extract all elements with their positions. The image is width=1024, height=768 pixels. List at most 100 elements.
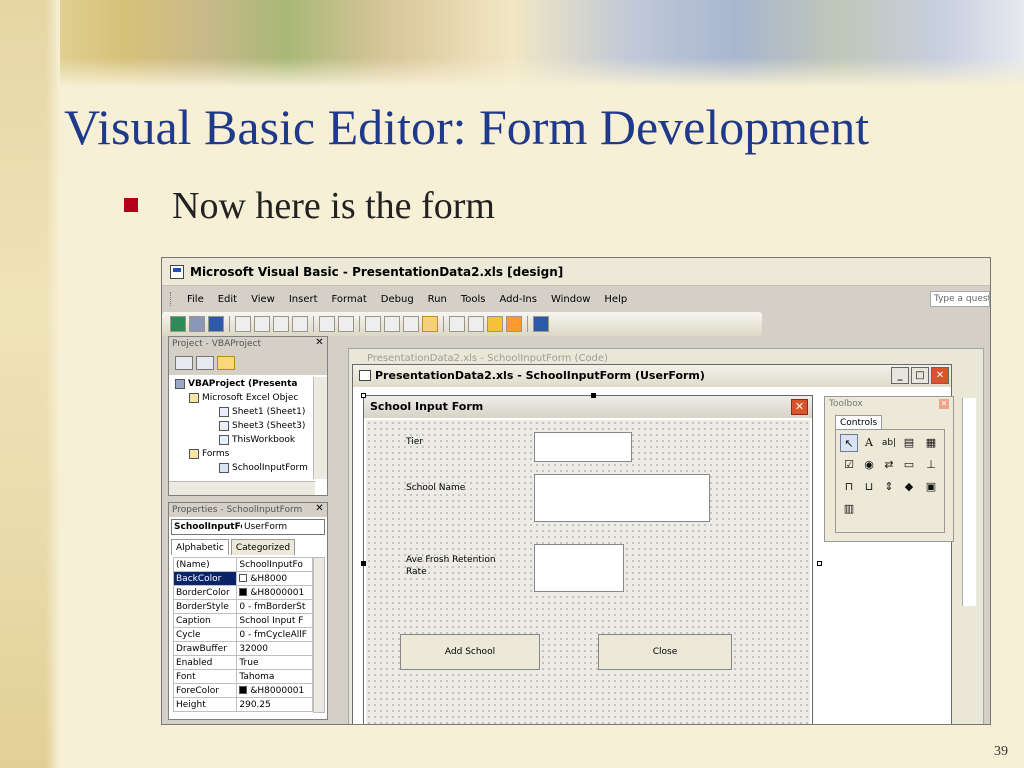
tabstrip-tool-icon[interactable]: ⊓ <box>840 478 858 496</box>
menu-debug[interactable]: Debug <box>375 292 420 307</box>
property-row[interactable]: BorderColor &H8000001 <box>172 585 313 600</box>
object-selector[interactable]: SchoolInputFo UserForm <box>171 519 325 535</box>
property-value[interactable]: 0 - fmCycleAllF <box>236 627 313 642</box>
help-search-input[interactable]: Type a questi <box>930 291 990 307</box>
menu-window[interactable]: Window <box>545 292 596 307</box>
property-row[interactable]: Caption School Input F <box>172 613 313 628</box>
property-row[interactable]: Enabled True <box>172 655 313 670</box>
tree-item-sheet1[interactable]: Sheet1 (Sheet1) <box>219 405 305 419</box>
property-row[interactable]: DrawBuffer 32000 <box>172 641 313 656</box>
menu-help[interactable]: Help <box>598 292 633 307</box>
selection-handle[interactable] <box>361 393 366 398</box>
scrollbar-tool-icon[interactable]: ⇕ <box>880 478 898 496</box>
view-code-icon[interactable] <box>175 356 193 370</box>
tab-controls[interactable]: Controls <box>835 415 883 430</box>
school-name-label[interactable]: School Name <box>406 482 486 494</box>
tree-item-thisworkbook[interactable]: ThisWorkbook <box>219 433 295 447</box>
form-body[interactable]: Tier School Name Ave Frosh Retention Rat… <box>366 420 810 724</box>
selection-handle[interactable] <box>817 561 822 566</box>
excel-view-icon[interactable] <box>170 316 186 332</box>
property-row[interactable]: Font Tahoma <box>172 669 313 684</box>
run-icon[interactable] <box>365 316 381 332</box>
tree-item-excel-objects[interactable]: Microsoft Excel Objec <box>189 391 298 405</box>
undo-icon[interactable] <box>319 316 335 332</box>
property-row[interactable]: BackColor &H8000 <box>172 571 313 586</box>
add-school-button[interactable]: Add School <box>400 634 540 670</box>
select-objects-icon[interactable]: ↖ <box>840 434 858 452</box>
close-icon[interactable]: ✕ <box>931 367 949 384</box>
textbox-tool-icon[interactable]: ab| <box>880 434 898 452</box>
refedit-tool-icon[interactable]: ▥ <box>840 500 858 518</box>
tab-alphabetic[interactable]: Alphabetic <box>171 539 229 555</box>
optionbutton-tool-icon[interactable]: ◉ <box>860 456 878 474</box>
userform-preview[interactable]: School Input Form ✕ Tier School Name Ave… <box>363 395 813 724</box>
help-icon[interactable] <box>533 316 549 332</box>
menu-file[interactable]: File <box>181 292 210 307</box>
toolbox-icon[interactable] <box>506 316 522 332</box>
multipage-tool-icon[interactable]: ⊔ <box>860 478 878 496</box>
minimize-icon[interactable]: _ <box>891 367 909 384</box>
copy-icon[interactable] <box>254 316 270 332</box>
tier-textbox[interactable] <box>534 432 632 462</box>
maximize-icon[interactable]: □ <box>911 367 929 384</box>
property-value[interactable]: 0 - fmBorderSt <box>236 599 313 614</box>
image-tool-icon[interactable]: ▣ <box>922 478 940 496</box>
tree-item-vbaproject[interactable]: VBAProject (Presenta <box>175 377 297 391</box>
listbox-tool-icon[interactable]: ▦ <box>922 434 940 452</box>
save-icon[interactable] <box>208 316 224 332</box>
menu-format[interactable]: Format <box>326 292 373 307</box>
properties-window-icon[interactable] <box>468 316 484 332</box>
retention-rate-label[interactable]: Ave Frosh Retention Rate <box>406 554 498 578</box>
retention-rate-textbox[interactable] <box>534 544 624 592</box>
menu-add-ins[interactable]: Add-Ins <box>494 292 543 307</box>
property-value[interactable]: Tahoma <box>236 669 313 684</box>
spinbutton-tool-icon[interactable]: ◆ <box>900 478 918 496</box>
property-value[interactable]: SchoolInputFo <box>236 557 313 572</box>
properties-scrollbar[interactable] <box>313 557 325 713</box>
checkbox-tool-icon[interactable]: ☑ <box>840 456 858 474</box>
property-value[interactable]: 32000 <box>236 641 313 656</box>
property-value[interactable]: &H8000001 <box>236 683 313 698</box>
break-icon[interactable] <box>384 316 400 332</box>
tree-item-forms[interactable]: Forms <box>189 447 229 461</box>
property-value[interactable]: &H8000 <box>236 571 313 586</box>
project-vertical-scrollbar[interactable] <box>313 377 327 479</box>
menu-view[interactable]: View <box>245 292 281 307</box>
tab-categorized[interactable]: Categorized <box>230 539 296 555</box>
menu-run[interactable]: Run <box>422 292 453 307</box>
view-object-icon[interactable] <box>196 356 214 370</box>
menu-tools[interactable]: Tools <box>455 292 492 307</box>
cut-icon[interactable] <box>235 316 251 332</box>
menu-insert[interactable]: Insert <box>283 292 324 307</box>
property-row[interactable]: BorderStyle 0 - fmBorderSt <box>172 599 313 614</box>
property-value[interactable]: School Input F <box>236 613 313 628</box>
combobox-tool-icon[interactable]: ▤ <box>900 434 918 452</box>
property-value[interactable]: 290.25 <box>236 697 313 712</box>
toggle-folders-icon[interactable] <box>217 356 235 370</box>
property-row[interactable]: Height 290.25 <box>172 697 313 712</box>
reset-icon[interactable] <box>403 316 419 332</box>
redo-icon[interactable] <box>338 316 354 332</box>
close-icon[interactable]: ✕ <box>314 338 325 349</box>
school-name-textbox[interactable] <box>534 474 710 522</box>
property-row[interactable]: ForeColor &H8000001 <box>172 683 313 698</box>
tree-item-schoolinputform[interactable]: SchoolInputForm <box>219 461 308 475</box>
tree-item-sheet3[interactable]: Sheet3 (Sheet3) <box>219 419 305 433</box>
close-icon[interactable]: ✕ <box>791 399 808 415</box>
property-value[interactable]: &H8000001 <box>236 585 313 600</box>
property-row[interactable]: Cycle 0 - fmCycleAllF <box>172 627 313 642</box>
label-tool-icon[interactable]: A <box>860 434 878 452</box>
togglebutton-tool-icon[interactable]: ⇄ <box>880 456 898 474</box>
project-explorer-icon[interactable] <box>449 316 465 332</box>
menu-edit[interactable]: Edit <box>212 292 243 307</box>
close-button[interactable]: Close <box>598 634 732 670</box>
close-icon[interactable]: ✕ <box>939 399 949 409</box>
frame-tool-icon[interactable]: ▭ <box>900 456 918 474</box>
paste-icon[interactable] <box>273 316 289 332</box>
selection-handle[interactable] <box>591 393 596 398</box>
tier-label[interactable]: Tier <box>406 436 486 448</box>
property-row[interactable]: (Name) SchoolInputFo <box>172 557 313 572</box>
selection-handle[interactable] <box>361 561 366 566</box>
commandbutton-tool-icon[interactable]: ⊥ <box>922 456 940 474</box>
close-icon[interactable]: ✕ <box>314 504 325 515</box>
